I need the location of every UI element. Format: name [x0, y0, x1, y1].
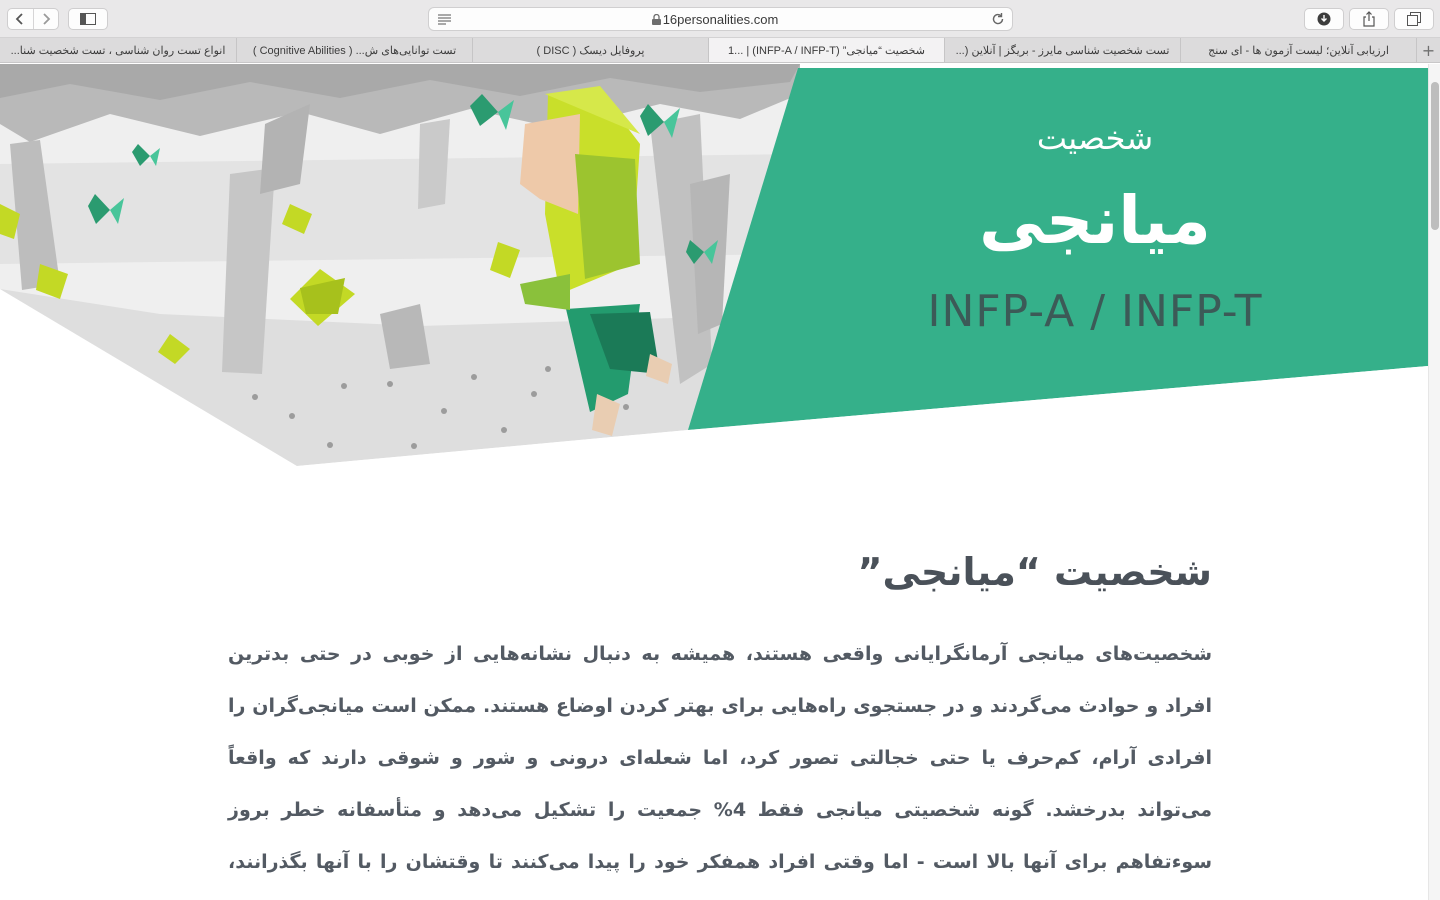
article: شخصیت “میانجی” شخصیت‌های میانجی آرمانگرا…	[228, 542, 1212, 900]
tab-label: پروفایل دیسک ( DISC )	[536, 44, 645, 57]
article-body: شخصیت‌های میانجی آرمانگرایانی واقعی هستن…	[228, 643, 1212, 873]
new-tab-button[interactable]: +	[1416, 38, 1440, 62]
tab-label: انواع تست روان شناسی ، تست شخصیت شنا...	[10, 44, 226, 57]
tab-bar: انواع تست روان شناسی ، تست شخصیت شنا... …	[0, 38, 1440, 63]
share-button[interactable]	[1349, 8, 1389, 30]
url-text: 16personalities.com	[662, 12, 779, 27]
tab-item[interactable]: ارزیابی آنلاین؛ لیست آزمون ها - ای سنج	[1180, 38, 1416, 62]
tab-item[interactable]: پروفایل دیسک ( DISC )	[472, 38, 708, 62]
share-icon	[1363, 11, 1375, 27]
tab-item[interactable]: تست توانایی‌های ش... ( Cognitive Abiliti…	[236, 38, 472, 62]
tab-label: تست شخصیت شناسی مایرز - بریگز | آنلاین (…	[955, 44, 1170, 57]
web-page: شخصیت میانجی INFP-A / INFP-T شخصیت “میان…	[0, 64, 1428, 900]
downloads-button[interactable]	[1304, 8, 1344, 30]
browser-toolbar: 16personalities.com	[0, 0, 1440, 38]
tabs-icon	[1407, 12, 1421, 26]
download-icon	[1317, 12, 1331, 26]
history-nav	[7, 8, 59, 30]
chevron-left-icon	[15, 13, 23, 25]
sidebar-icon	[80, 13, 96, 25]
chevron-right-icon	[43, 13, 51, 25]
address-bar[interactable]: 16personalities.com	[428, 7, 1013, 31]
tab-overview-button[interactable]	[1394, 8, 1434, 30]
reload-icon[interactable]	[991, 12, 1005, 26]
personality-code: INFP-A / INFP-T	[927, 286, 1263, 337]
hero-banner: شخصیت میانجی INFP-A / INFP-T	[0, 64, 1428, 474]
hero-subtitle: شخصیت	[1036, 119, 1154, 157]
tab-label: شخصیت “میانجی” (INFP-A / INFP-T) | ...1	[728, 44, 925, 57]
forward-button[interactable]	[32, 9, 59, 29]
sidebar-toggle-button[interactable]	[68, 8, 108, 30]
tab-item[interactable]: تست شخصیت شناسی مایرز - بریگز | آنلاین (…	[944, 38, 1180, 62]
tab-item-active[interactable]: شخصیت “میانجی” (INFP-A / INFP-T) | ...1	[708, 38, 944, 62]
page-scrollbar[interactable]	[1428, 64, 1440, 900]
back-button[interactable]	[8, 9, 33, 29]
tab-item[interactable]: انواع تست روان شناسی ، تست شخصیت شنا...	[0, 38, 236, 62]
article-title: شخصیت “میانجی”	[857, 550, 1212, 594]
scrollbar-thumb[interactable]	[1431, 82, 1439, 230]
hero-title: میانجی	[979, 182, 1211, 259]
tab-label: ارزیابی آنلاین؛ لیست آزمون ها - ای سنج	[1208, 44, 1389, 57]
tab-label: تست توانایی‌های ش... ( Cognitive Abiliti…	[252, 44, 457, 57]
